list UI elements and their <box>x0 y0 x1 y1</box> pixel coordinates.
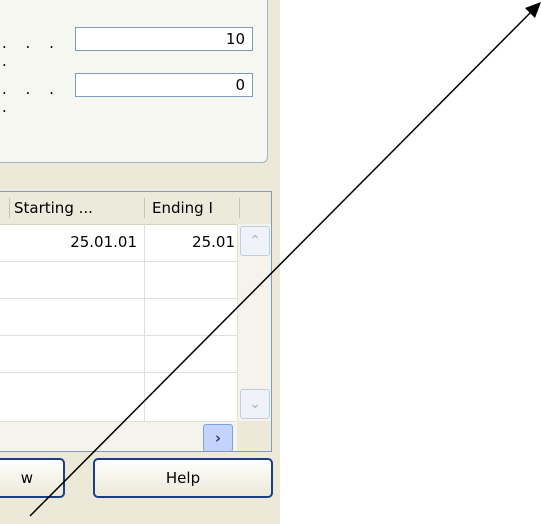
annotation-arrow <box>29 2 541 517</box>
arrow-line <box>29 11 532 517</box>
